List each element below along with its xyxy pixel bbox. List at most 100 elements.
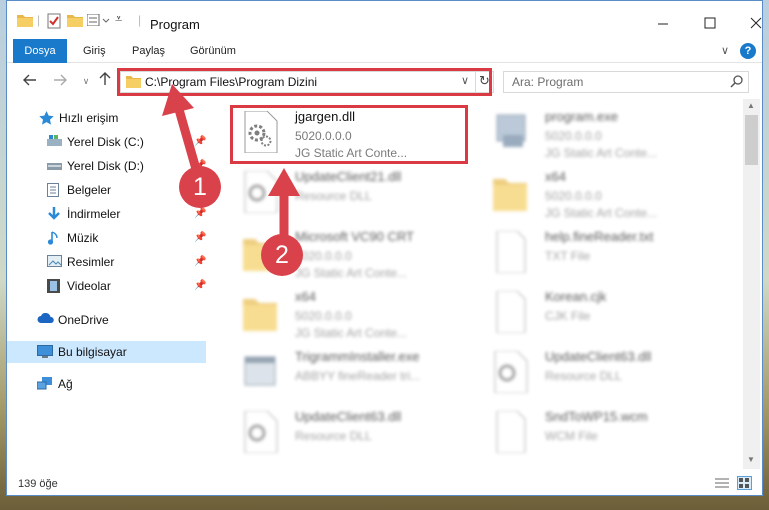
file-description: JG Static Art Conte... xyxy=(545,206,658,220)
sidebar-item-downloads[interactable]: İndirmeler 📌 xyxy=(7,203,206,225)
folder-icon xyxy=(491,171,529,213)
step-1-badge: 1 xyxy=(179,166,221,208)
file-version: 5020.0.0.0 xyxy=(295,249,352,263)
view-icon[interactable] xyxy=(86,13,111,29)
customize-toolbar-icon[interactable]: ⩡ xyxy=(115,11,122,27)
sidebar-item-network[interactable]: Ağ xyxy=(7,373,206,395)
file-item[interactable]: help.fineReader.txt TXT File xyxy=(485,225,725,281)
file-description: JG Static Art Conte... xyxy=(295,266,408,280)
new-folder-icon[interactable] xyxy=(67,13,83,30)
file-description: TXT File xyxy=(545,249,591,263)
search-input[interactable]: Ara: Program xyxy=(512,75,583,89)
maximize-button[interactable] xyxy=(687,11,733,37)
text-file-icon xyxy=(491,290,529,334)
file-description: JG Static Art Conte... xyxy=(295,326,408,340)
file-item[interactable]: TrigrammInstaller.exe ABBYY fineReader t… xyxy=(235,345,475,401)
file-name: x64 xyxy=(295,289,316,304)
dll-file-icon xyxy=(491,350,529,394)
pin-icon[interactable]: 📌 xyxy=(194,256,206,267)
cloud-icon xyxy=(37,312,54,327)
status-bar: 139 öğe xyxy=(7,471,762,495)
drive-icon xyxy=(47,159,62,173)
sidebar-item-music[interactable]: Müzik 📌 xyxy=(7,227,206,249)
sidebar-item-label: Hızlı erişim xyxy=(59,111,119,125)
sidebar-item-label: Belgeler xyxy=(67,183,112,197)
file-highlight xyxy=(230,105,468,164)
file-name: Microsoft VC90 CRT xyxy=(295,229,414,244)
star-icon xyxy=(39,111,54,125)
file-item[interactable]: x64 5020.0.0.0 JG Static Art Conte... xyxy=(485,165,725,221)
scroll-up-icon[interactable]: ▲ xyxy=(747,101,755,110)
sidebar-item-label: Resimler xyxy=(67,255,115,269)
file-name: help.fineReader.txt xyxy=(545,229,654,244)
tab-home[interactable]: Giriş xyxy=(83,39,106,63)
title-bar: | ⩡ | Program xyxy=(7,1,762,39)
scroll-down-icon[interactable]: ▼ xyxy=(747,455,755,464)
drive-icon xyxy=(47,135,62,149)
back-arrow-icon[interactable] xyxy=(21,72,39,90)
separator-icon: | xyxy=(138,13,142,27)
file-description: Resource DLL xyxy=(295,189,372,203)
close-button[interactable] xyxy=(733,11,762,37)
separator-icon: | xyxy=(37,13,41,27)
file-item[interactable]: UpdateClient63.dll Resource DLL xyxy=(485,345,725,401)
file-name: x64 xyxy=(545,169,566,184)
file-item[interactable]: program.exe 5020.0.0.0 JG Static Art Con… xyxy=(485,105,725,161)
file-description: WCM File xyxy=(545,429,598,443)
file-name: UpdateClient63.dll xyxy=(545,349,652,364)
file-description: ABBYY fineReader tri... xyxy=(295,369,421,383)
exe-file-icon xyxy=(491,111,529,153)
text-file-icon xyxy=(491,410,529,454)
pin-icon[interactable]: 📌 xyxy=(194,280,206,291)
sidebar-item-label: Müzik xyxy=(67,231,99,245)
properties-icon[interactable] xyxy=(47,13,61,32)
pin-icon[interactable]: 📌 xyxy=(194,208,206,219)
scroll-thumb[interactable] xyxy=(745,115,758,165)
sidebar-item-label: Videolar xyxy=(67,279,111,293)
recent-locations-icon[interactable]: ∨ xyxy=(77,72,95,90)
help-icon[interactable]: ? xyxy=(740,43,756,59)
folder-icon xyxy=(241,291,279,333)
sidebar-item-label: Yerel Disk (D:) xyxy=(67,159,144,173)
details-view-icon[interactable] xyxy=(715,477,729,492)
music-icon xyxy=(47,231,62,245)
large-icons-view-icon[interactable] xyxy=(737,476,752,490)
step-2-badge: 2 xyxy=(261,234,303,276)
sidebar-item-label: Ağ xyxy=(58,377,73,391)
sidebar-item-label: Bu bilgisayar xyxy=(58,345,127,359)
sidebar-item-videos[interactable]: Videolar 📌 xyxy=(7,275,206,297)
file-name: SndToWP15.wcm xyxy=(545,409,648,424)
sidebar-item-onedrive[interactable]: OneDrive xyxy=(7,309,206,331)
text-file-icon xyxy=(491,230,529,274)
network-icon xyxy=(36,377,52,391)
search-icon[interactable] xyxy=(730,75,743,91)
file-item[interactable]: Korean.cjk CJK File xyxy=(485,285,725,341)
file-description: Resource DLL xyxy=(295,429,372,443)
file-item[interactable]: SndToWP15.wcm WCM File xyxy=(485,405,725,461)
download-icon xyxy=(47,207,62,221)
window-title: Program xyxy=(150,17,200,32)
sidebar-item-pictures[interactable]: Resimler 📌 xyxy=(7,251,206,273)
pin-icon[interactable]: 📌 xyxy=(194,232,206,243)
minimize-button[interactable] xyxy=(640,11,686,37)
folder-icon xyxy=(17,13,33,30)
tab-share[interactable]: Paylaş xyxy=(132,39,165,63)
file-description: Resource DLL xyxy=(545,369,622,383)
file-item[interactable]: UpdateClient63.dll Resource DLL xyxy=(235,405,475,461)
vertical-scrollbar[interactable]: ▲ ▼ xyxy=(743,99,760,469)
search-box[interactable]: Ara: Program xyxy=(503,71,749,93)
computer-icon xyxy=(37,345,53,359)
up-arrow-icon[interactable] xyxy=(96,72,114,90)
file-version: 5020.0.0.0 xyxy=(545,129,602,143)
sidebar-item-this-pc[interactable]: Bu bilgisayar xyxy=(7,341,206,363)
file-version: 5020.0.0.0 xyxy=(545,189,602,203)
expand-ribbon-icon[interactable]: ∨ xyxy=(717,43,733,59)
file-name: Korean.cjk xyxy=(545,289,607,304)
pictures-icon xyxy=(47,255,62,269)
forward-arrow-icon[interactable] xyxy=(51,72,69,90)
file-name: UpdateClient21.dll xyxy=(295,169,402,184)
file-description: CJK File xyxy=(545,309,591,323)
video-icon xyxy=(47,279,62,293)
file-item[interactable]: x64 5020.0.0.0 JG Static Art Conte... xyxy=(235,285,475,341)
tab-view[interactable]: Görünüm xyxy=(190,39,236,63)
